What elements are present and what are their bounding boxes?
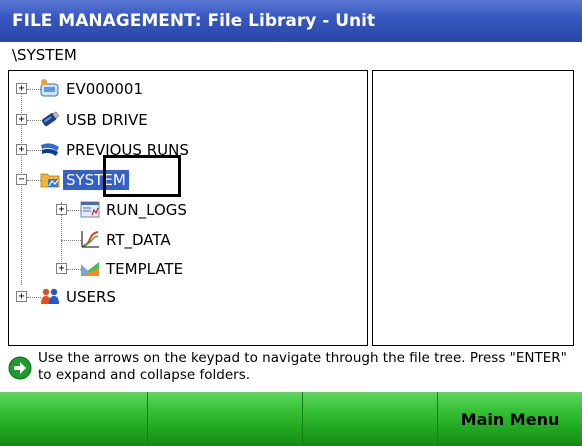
main-menu-button[interactable]: Main Menu xyxy=(438,392,582,446)
softkey-bar: Main Menu xyxy=(0,392,582,446)
tree-node-usb-drive[interactable]: + USB DRIVE xyxy=(9,108,349,132)
tree-node-previous-runs[interactable]: + PREVIOUS RUNS xyxy=(9,138,349,162)
tree-node-label: EV000001 xyxy=(66,80,143,98)
tree-node-ev000001[interactable]: + EV000001 xyxy=(9,77,349,101)
previous-runs-icon xyxy=(41,143,59,156)
tree-node-label: RUN_LOGS xyxy=(106,201,187,219)
expand-icon[interactable]: + xyxy=(16,83,27,94)
window-title: FILE MANAGEMENT: File Library - Unit xyxy=(0,0,582,42)
tree-node-template[interactable]: + TEMPLATE xyxy=(9,257,349,281)
device-icon xyxy=(40,79,59,97)
collapse-icon[interactable]: − xyxy=(16,174,27,185)
system-folder-icon xyxy=(40,173,60,188)
file-tree[interactable]: + EV000001 + USB DRIVE + PREVIOUS RUNS −… xyxy=(8,70,368,346)
preview-pane xyxy=(372,70,574,346)
usb-drive-icon xyxy=(41,111,60,127)
softkey-1[interactable] xyxy=(0,392,148,446)
tree-node-label: USERS xyxy=(66,288,116,306)
softkey-3[interactable] xyxy=(303,392,438,446)
tree-node-label: USB DRIVE xyxy=(66,111,148,129)
tree-node-label: TEMPLATE xyxy=(106,260,184,278)
tree-node-label: RT_DATA xyxy=(106,231,171,249)
current-path: \SYSTEM xyxy=(12,46,77,64)
hint-bar: Use the arrows on the keypad to navigate… xyxy=(8,350,578,390)
expand-icon[interactable]: + xyxy=(16,144,27,155)
expand-icon[interactable]: + xyxy=(56,263,67,274)
tree-connector xyxy=(61,240,81,241)
run-logs-icon xyxy=(80,201,100,218)
arrow-right-circle-icon xyxy=(8,356,32,380)
tree-node-run-logs[interactable]: + RUN_LOGS xyxy=(9,198,349,222)
tree-node-label: SYSTEM xyxy=(63,170,129,190)
tree-node-rt-data[interactable]: RT_DATA xyxy=(9,228,349,252)
tree-node-label: PREVIOUS RUNS xyxy=(66,141,189,159)
tree-node-users[interactable]: + USERS xyxy=(9,285,349,309)
hint-text: Use the arrows on the keypad to navigate… xyxy=(38,350,567,383)
softkey-2[interactable] xyxy=(148,392,303,446)
template-icon xyxy=(81,262,99,276)
rt-data-icon xyxy=(81,231,99,248)
tree-node-system[interactable]: − SYSTEM xyxy=(9,168,349,192)
users-icon xyxy=(41,288,59,304)
expand-icon[interactable]: + xyxy=(56,204,67,215)
expand-icon[interactable]: + xyxy=(16,291,27,302)
expand-icon[interactable]: + xyxy=(16,114,27,125)
